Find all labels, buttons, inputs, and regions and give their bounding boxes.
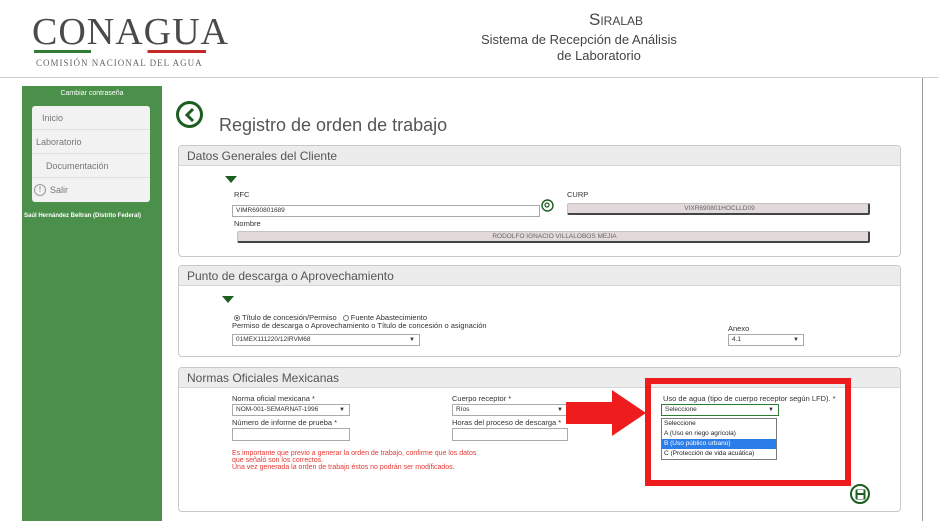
informe-label: Número de informe de prueba *: [232, 418, 338, 427]
logo-color-bar: [34, 50, 206, 53]
sidebar-item-salir-label: Salir: [50, 185, 69, 195]
curp-label: CURP: [567, 190, 589, 199]
cuerpo-label: Cuerpo receptor *: [452, 394, 512, 403]
curp-field: VIXR690801HOCLLD09: [567, 203, 870, 215]
page-border: [922, 78, 923, 521]
dropdown-arrow-icon: ▼: [339, 407, 345, 413]
warning-line-1: Es importante que previo a generar la or…: [232, 450, 477, 457]
sidebar-menu: Inicio Laboratorio Documentación ! Salir: [32, 106, 150, 202]
power-icon: !: [34, 184, 46, 196]
nombre-field: RODOLFO IGNACIO VILLALOBOS MEJIA: [237, 231, 870, 243]
discharge-point-heading: Punto de descarga o Aprovechamiento: [179, 266, 900, 286]
change-password-link[interactable]: Cambiar contraseña: [22, 90, 162, 97]
warning-line-2: que señaló son los correctos.: [232, 457, 324, 464]
permiso-label: Permiso de descarga o Aprovechamiento o …: [232, 321, 487, 330]
sidebar-item-inicio[interactable]: Inicio: [32, 106, 150, 130]
warning-line-3: Una vez generada la orden de trabajo ést…: [232, 464, 455, 471]
collapse-triangle-icon[interactable]: [222, 296, 234, 303]
norma-select-value: NOM-001-SEMARNAT-1996: [236, 406, 319, 413]
cuerpo-select[interactable]: Ríos ▼: [452, 404, 568, 416]
permiso-select-value: 01MEX111220/12IRVM68: [236, 336, 311, 343]
norma-select[interactable]: NOM-001-SEMARNAT-1996 ▼: [232, 404, 350, 416]
horas-label: Horas del proceso de descarga *: [452, 418, 562, 427]
anexo-label: Anexo: [728, 324, 750, 333]
page-title: Registro de orden de trabajo: [219, 115, 448, 135]
app-subtitle-line2: de Laboratorio: [557, 48, 641, 63]
cuerpo-select-value: Ríos: [456, 406, 470, 413]
app-name: Siralab: [589, 10, 644, 29]
search-icon[interactable]: [541, 199, 554, 212]
red-arrow-annotation: [566, 390, 646, 436]
user-name: Saúl Hernández Beltran (Distrito Federal…: [24, 213, 142, 219]
informe-input[interactable]: [232, 428, 350, 441]
client-data-heading: Datos Generales del Cliente: [179, 146, 900, 166]
collapse-triangle-icon[interactable]: [225, 176, 237, 183]
header: CONAGUA COMISIÓN NACIONAL DEL AGUA Siral…: [0, 0, 939, 78]
dropdown-arrow-icon: ▼: [793, 337, 799, 343]
sidebar: Cambiar contraseña Inicio Laboratorio Do…: [22, 86, 162, 521]
app-subtitle-line1: Sistema de Recepción de Análisis: [481, 32, 677, 47]
sidebar-item-salir[interactable]: ! Salir: [32, 178, 150, 202]
nombre-label: Nombre: [234, 219, 261, 228]
dropdown-arrow-icon: ▼: [409, 337, 415, 343]
dropdown-arrow-icon: ▼: [557, 407, 563, 413]
back-arrow-icon[interactable]: [176, 101, 203, 128]
norma-label: Norma oficial mexicana *: [232, 394, 315, 403]
sidebar-item-laboratorio[interactable]: Laboratorio: [32, 130, 150, 154]
conagua-logo: CONAGUA: [32, 11, 229, 53]
rfc-input[interactable]: VIMR690801689: [232, 205, 540, 217]
sidebar-item-documentacion[interactable]: Documentación: [32, 154, 150, 178]
red-highlight-box: [645, 378, 851, 486]
permiso-select[interactable]: 01MEX111220/12IRVM68 ▼: [232, 334, 420, 346]
rfc-label: RFC: [234, 190, 250, 199]
anexo-select-value: 4.1: [732, 336, 742, 343]
anexo-select[interactable]: 4.1 ▼: [728, 334, 804, 346]
horas-input[interactable]: [452, 428, 568, 441]
conagua-logo-subtitle: COMISIÓN NACIONAL DEL AGUA: [36, 58, 203, 68]
save-icon[interactable]: [850, 484, 870, 504]
